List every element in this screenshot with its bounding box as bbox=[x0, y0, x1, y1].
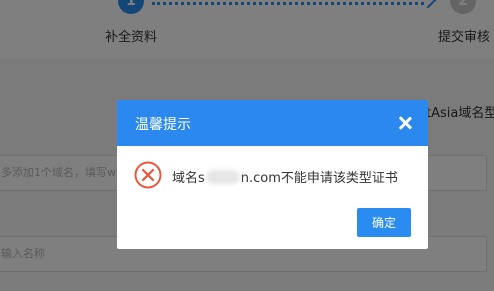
close-icon[interactable] bbox=[396, 114, 414, 132]
dialog-message: 域名s n.com不能申请该类型证书 bbox=[172, 167, 398, 186]
dialog-header: 温馨提示 bbox=[117, 100, 428, 146]
message-suffix: n.com不能申请该类型证书 bbox=[240, 171, 398, 186]
message-prefix: 域名s bbox=[172, 171, 205, 186]
confirm-button[interactable]: 确定 bbox=[357, 208, 411, 237]
error-circle-icon bbox=[134, 161, 162, 189]
dialog-title: 温馨提示 bbox=[135, 117, 191, 133]
alert-dialog: 温馨提示 域名s n.com不能申请该类型证书 确定 bbox=[117, 100, 428, 249]
redacted-blur bbox=[205, 170, 240, 184]
